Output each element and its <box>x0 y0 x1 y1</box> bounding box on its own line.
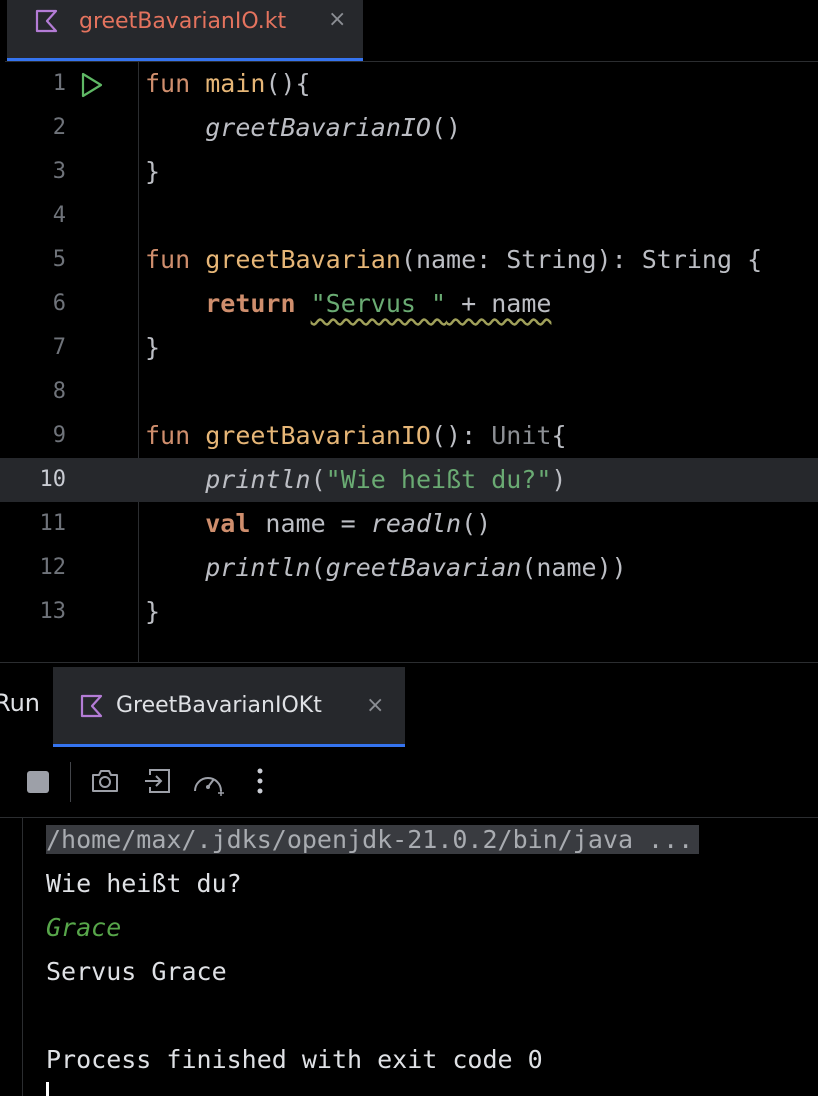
editor-tab-bar: greetBavarianIO.kt × <box>0 0 818 62</box>
console-user-input-line: Grace <box>46 913 122 942</box>
console-caret <box>46 1082 49 1096</box>
line-number: 6 <box>52 291 66 316</box>
line-number: 2 <box>52 115 66 140</box>
run-panel-label[interactable]: Run <box>0 689 40 717</box>
code-line-1[interactable]: 1 fun main(){ <box>0 62 818 106</box>
code-text: fun main(){ <box>145 69 311 98</box>
line-number: 13 <box>39 599 67 624</box>
run-console[interactable]: /home/max/.jdks/openjdk-21.0.2/bin/java … <box>0 818 818 1096</box>
code-editor[interactable]: 1 fun main(){ 2 greetBavarianIO() 3 } 4 … <box>0 62 818 662</box>
console-output-line: Servus Grace <box>46 957 227 986</box>
run-gutter-icon[interactable] <box>80 72 104 102</box>
run-toolbar <box>0 747 818 818</box>
code-line-2[interactable]: 2 greetBavarianIO() <box>0 106 818 150</box>
line-number: 1 <box>52 71 66 96</box>
run-tab-greetbavarianiokt[interactable]: GreetBavarianIOKt × <box>53 667 405 747</box>
line-number: 4 <box>52 203 66 228</box>
line-number: 3 <box>52 159 66 184</box>
console-command-line: /home/max/.jdks/openjdk-21.0.2/bin/java … <box>46 818 700 862</box>
profiler-icon[interactable] <box>192 767 226 801</box>
code-line-5[interactable]: 5 fun greetBavarian(name: String): Strin… <box>0 238 818 282</box>
code-line-10-current[interactable]: 10 println("Wie heißt du?") <box>0 458 818 502</box>
code-line-9[interactable]: 9 fun greetBavarianIO(): Unit{ <box>0 414 818 458</box>
line-number: 5 <box>52 247 66 272</box>
line-number: 7 <box>52 335 66 360</box>
code-line-3[interactable]: 3 } <box>0 150 818 194</box>
code-text: fun greetBavarianIO(): Unit{ <box>145 421 567 450</box>
code-text: } <box>145 157 161 186</box>
console-exit-line: Process finished with exit code 0 <box>46 1045 543 1074</box>
warning-highlight: "Servus " + name <box>310 289 552 318</box>
code-line-4[interactable]: 4 <box>0 194 818 238</box>
exit-icon[interactable] <box>144 767 172 799</box>
console-gutter-edge <box>22 818 23 1096</box>
line-number: 8 <box>52 379 66 404</box>
code-text: greetBavarianIO() <box>205 113 462 142</box>
code-text: } <box>145 597 161 626</box>
code-line-11[interactable]: 11 val name = readln() <box>0 502 818 546</box>
code-line-6[interactable]: 6 return "Servus " + name <box>0 282 818 326</box>
line-number: 11 <box>39 511 67 536</box>
line-number: 10 <box>39 467 67 492</box>
code-text: } <box>145 333 161 362</box>
editor-tab-greetbavarianio[interactable]: greetBavarianIO.kt × <box>7 0 363 61</box>
code-text: fun greetBavarian(name: String): String … <box>145 245 763 274</box>
camera-icon[interactable] <box>90 767 120 799</box>
run-tool-window-header: Run GreetBavarianIOKt × <box>0 662 818 748</box>
java-command[interactable]: /home/max/.jdks/openjdk-21.0.2/bin/java … <box>46 825 700 854</box>
editor-tab-label: greetBavarianIO.kt <box>79 9 287 34</box>
code-line-8[interactable]: 8 <box>0 370 818 414</box>
code-line-7[interactable]: 7 } <box>0 326 818 370</box>
code-text: val name = readln() <box>205 509 492 538</box>
code-line-13[interactable]: 13 } <box>0 590 818 634</box>
toolbar-separator <box>70 762 71 802</box>
run-tab-label: GreetBavarianIOKt <box>116 693 322 718</box>
code-text: println("Wie heißt du?") <box>205 465 567 494</box>
kotlin-file-icon <box>79 693 105 723</box>
kotlin-file-icon <box>34 8 60 38</box>
line-number: 12 <box>39 555 67 580</box>
close-icon[interactable]: × <box>328 6 346 34</box>
close-icon[interactable]: × <box>366 691 384 721</box>
more-vert-icon[interactable] <box>250 767 270 801</box>
stop-icon[interactable] <box>26 770 50 798</box>
code-text: println(greetBavarian(name)) <box>205 553 627 582</box>
code-line-12[interactable]: 12 println(greetBavarian(name)) <box>0 546 818 590</box>
console-prompt-line: Wie heißt du? <box>46 869 242 898</box>
line-number: 9 <box>52 423 66 448</box>
code-text: return "Servus " + name <box>205 289 552 318</box>
